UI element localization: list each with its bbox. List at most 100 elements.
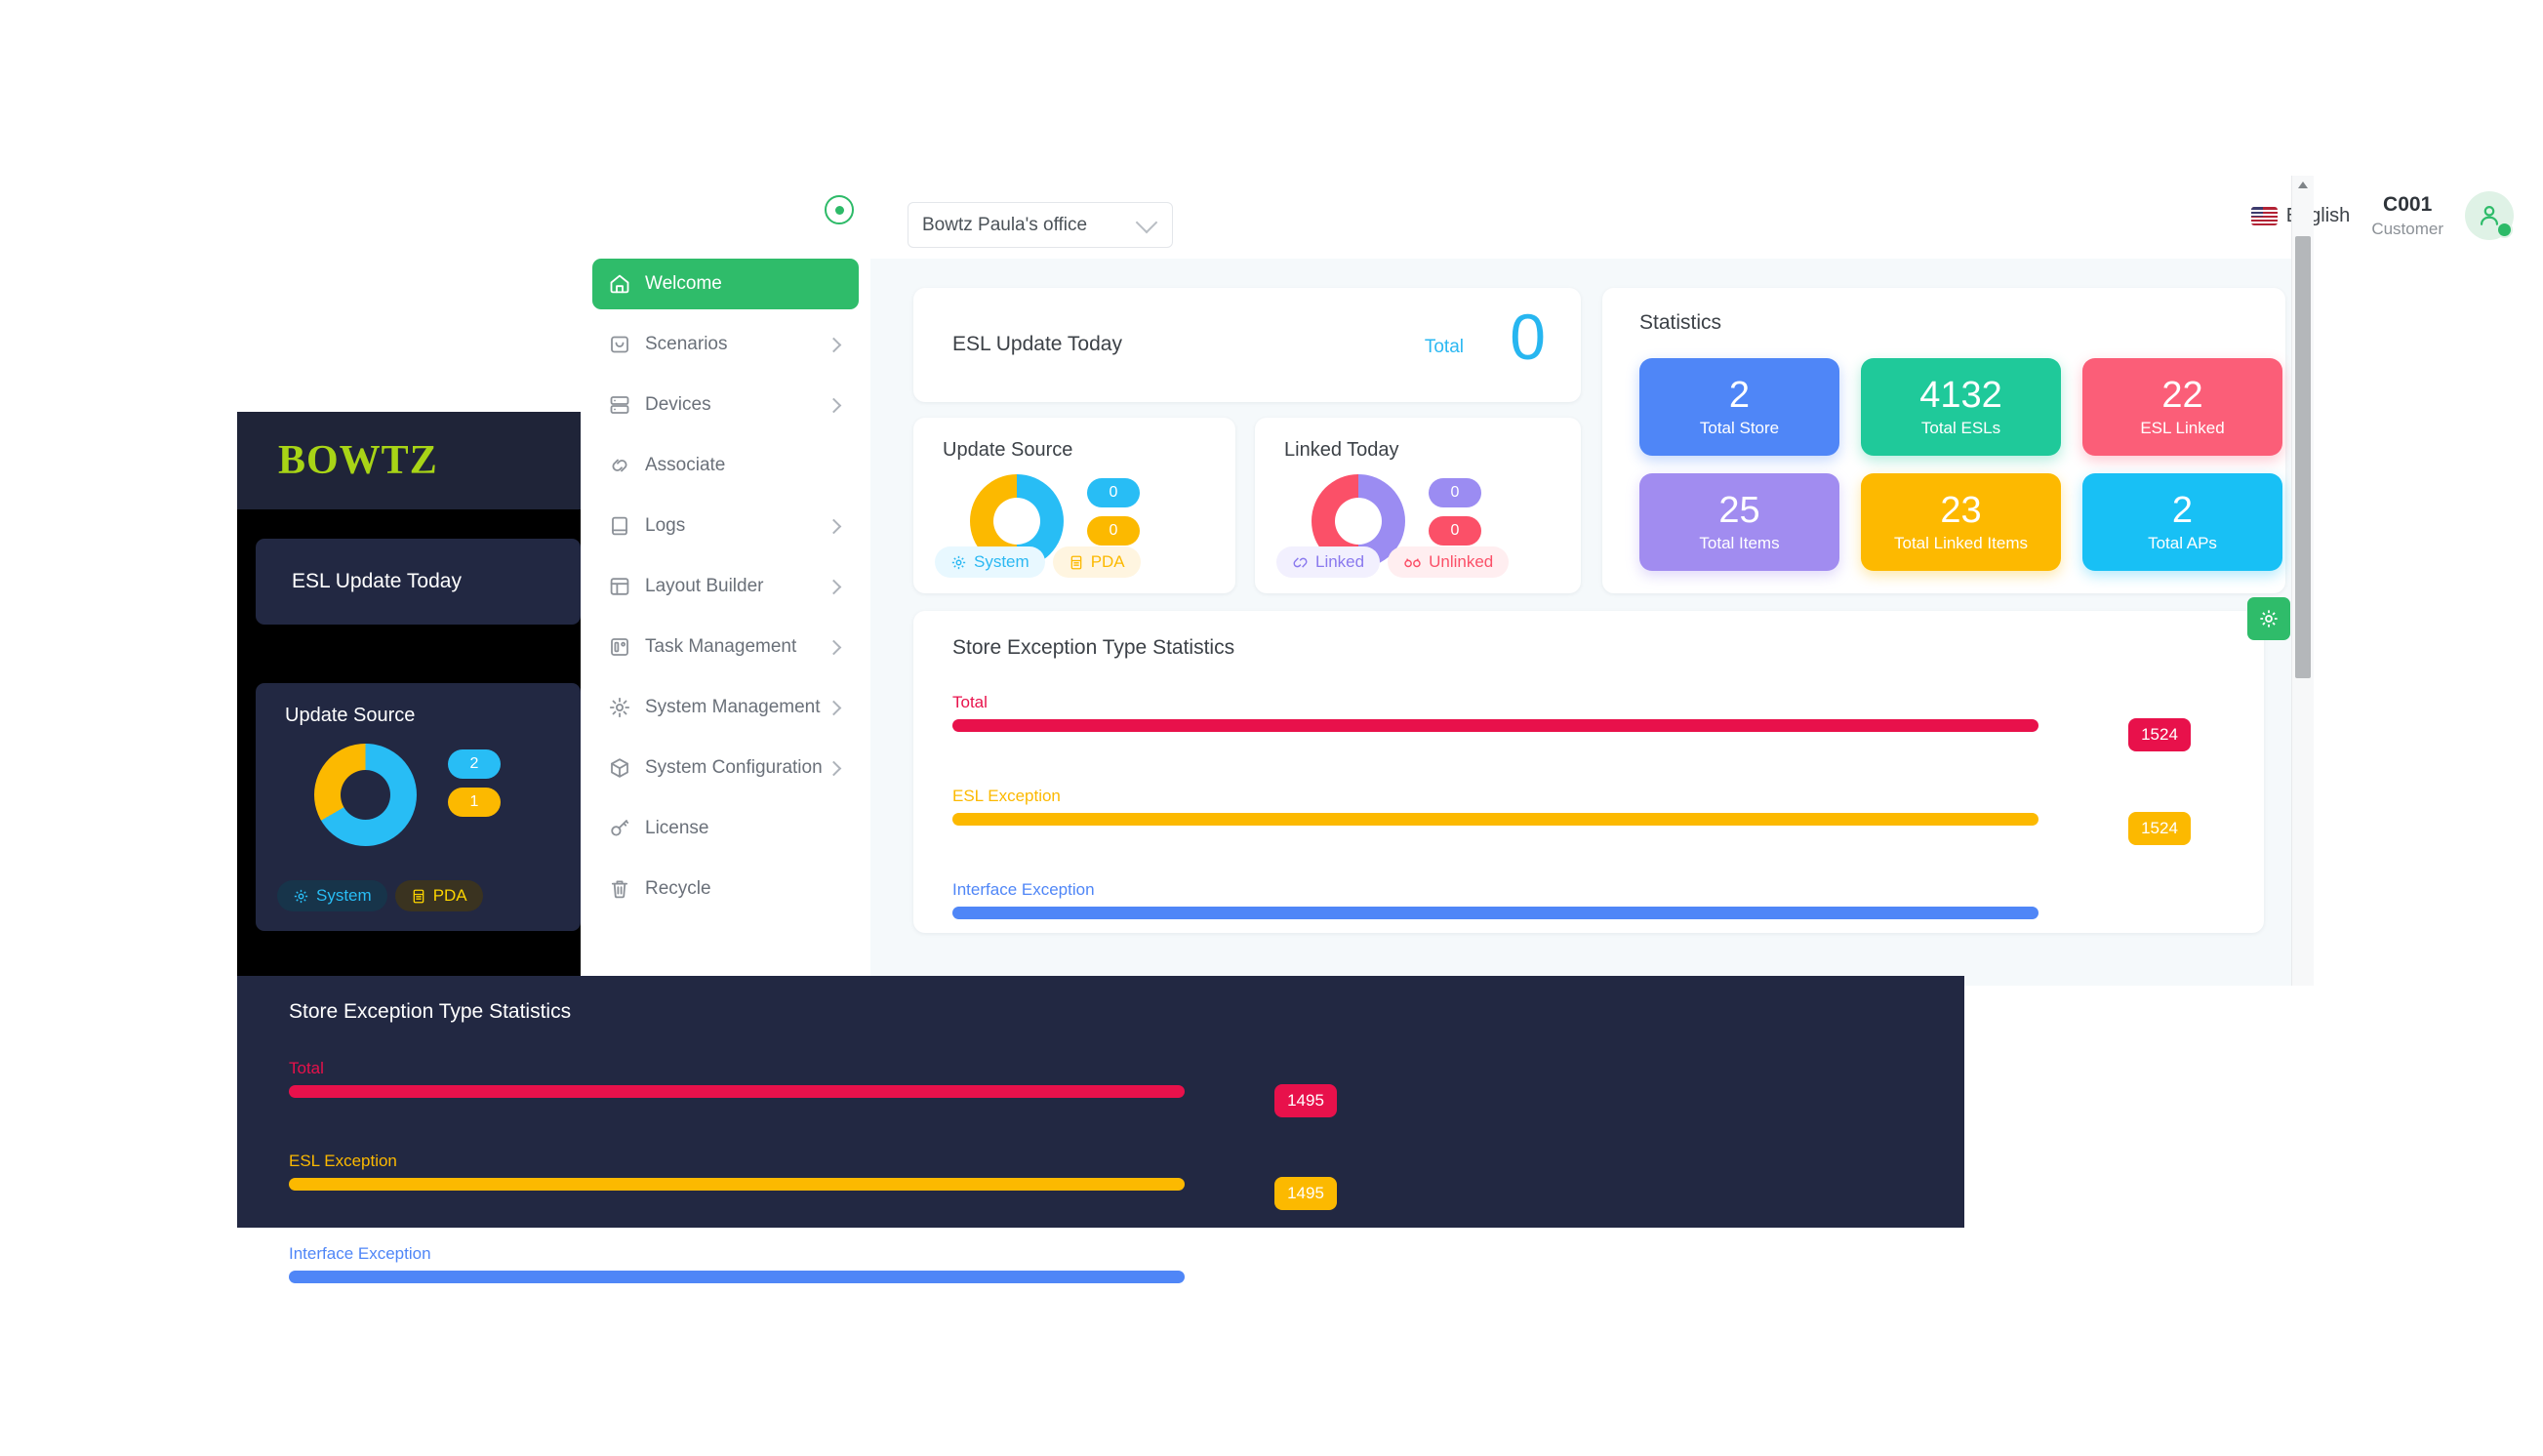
sidebar-item-label: Task Management [645,636,797,657]
sidebar-item-license[interactable]: License [592,803,859,854]
exception-row-value: 1495 [1274,1084,1337,1117]
sidebar-item-label: Recycle [645,878,711,899]
dark-esl-title: ESL Update Today [292,570,462,592]
dark-store-exception-title: Store Exception Type Statistics [289,1000,572,1023]
sidebar-item-label: Devices [645,394,711,415]
dark-legend-system-label: System [316,886,372,905]
sidebar-item-layout-builder[interactable]: Layout Builder [592,561,859,612]
stat-tile-total-aps[interactable]: 2 Total APs [2082,473,2282,571]
main-content: ESL Update Today Total 0 Update Source 0… [870,259,2307,986]
sidebar-item-welcome[interactable]: Welcome [592,259,859,309]
chevron-right-icon [826,397,842,413]
scrollbar-thumb[interactable] [2295,236,2311,678]
statistics-title: Statistics [1639,311,1722,334]
sidebar-item-label: Welcome [645,273,722,294]
layout-icon [606,573,633,600]
dark-legend-pda-label: PDA [432,886,467,905]
legend-pda-label: PDA [1090,552,1125,571]
exception-row-label: Interface Exception [289,1244,431,1263]
gear-icon [2260,610,2278,627]
stat-tile-total-linked-items[interactable]: 23 Total Linked Items [1861,473,2061,571]
exception-row-bar [289,1085,1401,1098]
stat-tile-value: 4132 [1919,374,2002,416]
sidebar-item-label: License [645,818,709,838]
dark-esl-update-card: ESL Update Today [256,539,581,625]
statistics-card: Statistics 2 Total Store 4132 Total ESLs 22 E… [1602,288,2285,593]
esl-update-today-card: ESL Update Today Total 0 [913,288,1581,402]
linked-today-card: Linked Today 0 0 Linked Unlinked [1255,418,1581,593]
exception-row-label: ESL Exception [952,787,1061,805]
esl-total-label: Total [1424,337,1464,357]
chevron-right-icon [826,518,842,534]
stat-tile-value: 25 [1718,489,1760,531]
dark-store-exception-card: Store Exception Type Statistics Total 149… [237,976,1964,1283]
dark-legend-system[interactable]: System [277,880,387,911]
stat-tile-caption: Total Linked Items [1893,533,2028,552]
dark-brand-panel: BOWTZ [237,412,581,509]
store-select[interactable]: Bowtz Paula's office [908,202,1173,248]
trash-icon [606,875,633,903]
avatar[interactable] [2465,191,2514,240]
stat-tile-caption: Total APs [2148,533,2217,552]
sidebar-nav: Welcome Scenarios Devices Associate Logs Layo… [581,259,870,986]
exception-row: ESL Exception 1495 [289,1152,1401,1210]
statistics-tiles: 2 Total Store 4132 Total ESLs 22 ESL Linked 25… [1639,358,2282,571]
legend-system-label: System [974,552,1029,571]
sidebar-collapse-toggle[interactable] [825,195,860,230]
exception-row: ESL Exception 1524 [952,787,2221,845]
exception-row: Total 1524 [952,693,2221,751]
sidebar-item-system-management[interactable]: System Management [592,682,859,733]
link-icon [606,452,633,479]
dark-legend-pda[interactable]: PDA [394,880,483,911]
vertical-scrollbar[interactable] [2291,176,2314,986]
stat-tile-value: 22 [2161,374,2203,416]
update-source-card: Update Source 0 0 System PDA [913,418,1235,593]
scroll-up-arrow-icon[interactable] [2298,182,2308,188]
dark-update-source-legend: System PDA [277,880,483,911]
esl-total-value: 0 [1510,301,1546,373]
pda-device-icon [413,889,424,903]
legend-unlinked[interactable]: Unlinked [1388,546,1510,578]
stat-tile-caption: Total Store [1699,418,1780,437]
chevron-right-icon [826,579,842,594]
sidebar-item-recycle[interactable]: Recycle [592,864,859,914]
gear-icon [951,555,966,569]
toggle-ring-icon [825,195,854,224]
online-status-dot [2496,222,2513,238]
gear-icon [606,694,633,721]
legend-linked-label: Linked [1315,552,1365,571]
update-source-legend: System PDA [935,546,1141,578]
unlinked-count-pill: 0 [1429,516,1481,546]
legend-system[interactable]: System [935,546,1045,578]
exception-row-label: Total [952,693,988,711]
floating-settings-button[interactable] [2247,597,2290,640]
legend-pda[interactable]: PDA [1052,546,1141,578]
stat-tile-total-items[interactable]: 25 Total Items [1639,473,1839,571]
sidebar-item-task-management[interactable]: Task Management [592,622,859,672]
sidebar-item-label: Layout Builder [645,576,764,596]
stat-tile-esl-linked[interactable]: 22 ESL Linked [2082,358,2282,456]
exception-row-bar [289,1271,1401,1283]
customer-info[interactable]: C001 Customer [2371,192,2443,239]
sidebar-item-devices[interactable]: Devices [592,380,859,430]
stat-tile-total-esls[interactable]: 4132 Total ESLs [1861,358,2061,456]
exception-row: Total 1495 [289,1059,1401,1117]
legend-linked[interactable]: Linked [1276,546,1381,578]
gear-icon [294,889,308,903]
sidebar-item-system-configuration[interactable]: System Configuration [592,743,859,793]
kanban-icon [606,633,633,661]
sidebar-item-associate[interactable]: Associate [592,440,859,491]
stat-tile-total-store[interactable]: 2 Total Store [1639,358,1839,456]
sidebar-item-logs[interactable]: Logs [592,501,859,551]
linked-today-title: Linked Today [1284,439,1399,461]
dark-update-source-title: Update Source [285,705,416,726]
exception-row: Interface Exception [952,880,2221,919]
legend-unlinked-label: Unlinked [1429,552,1494,571]
esl-update-title: ESL Update Today [952,333,1122,355]
sidebar-item-scenarios[interactable]: Scenarios [592,319,859,370]
exception-row: Interface Exception [289,1244,1401,1283]
stat-tile-value: 23 [1940,489,1982,531]
pda-count-pill: 0 [1087,516,1140,546]
dark-system-count-pill: 2 [448,749,501,779]
chevron-right-icon [826,700,842,715]
